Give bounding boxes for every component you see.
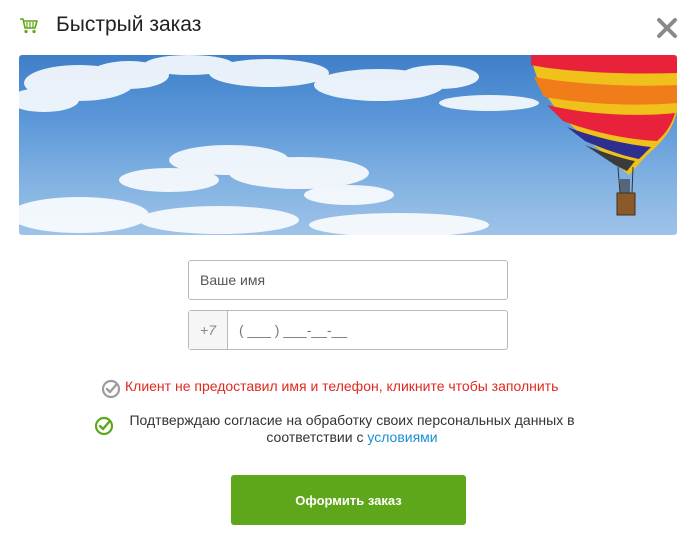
validation-message[interactable]: Клиент не предоставил имя и телефон, кли… (101, 373, 558, 399)
submit-order-button[interactable]: Оформить заказ (231, 475, 466, 525)
consent-label: Подтверждаю согласие на обработку своих … (129, 412, 575, 445)
validation-text[interactable]: Клиент не предоставил имя и телефон, кли… (125, 378, 558, 394)
cart-icon (20, 18, 38, 34)
consent-row: Подтверждаю согласие на обработку своих … (94, 412, 587, 446)
consent-text: Подтверждаю согласие на обработку своих … (117, 412, 587, 446)
check-circle-green-icon[interactable] (94, 416, 114, 436)
name-input[interactable] (189, 261, 507, 299)
dialog-title: Быстрый заказ (56, 13, 202, 36)
name-field[interactable] (188, 260, 508, 300)
close-icon[interactable] (655, 16, 679, 40)
consent-terms-link[interactable]: условиями (367, 429, 437, 445)
phone-prefix: +7 (189, 311, 228, 349)
phone-input[interactable] (228, 311, 507, 349)
phone-field[interactable]: +7 (188, 310, 508, 350)
quick-order-dialog: Быстрый заказ Ваше имя +7 (___) ___-__… (0, 0, 696, 551)
balloon-sky-illustration (19, 55, 677, 235)
banner-image (19, 55, 677, 235)
check-circle-gray-icon (101, 379, 121, 399)
